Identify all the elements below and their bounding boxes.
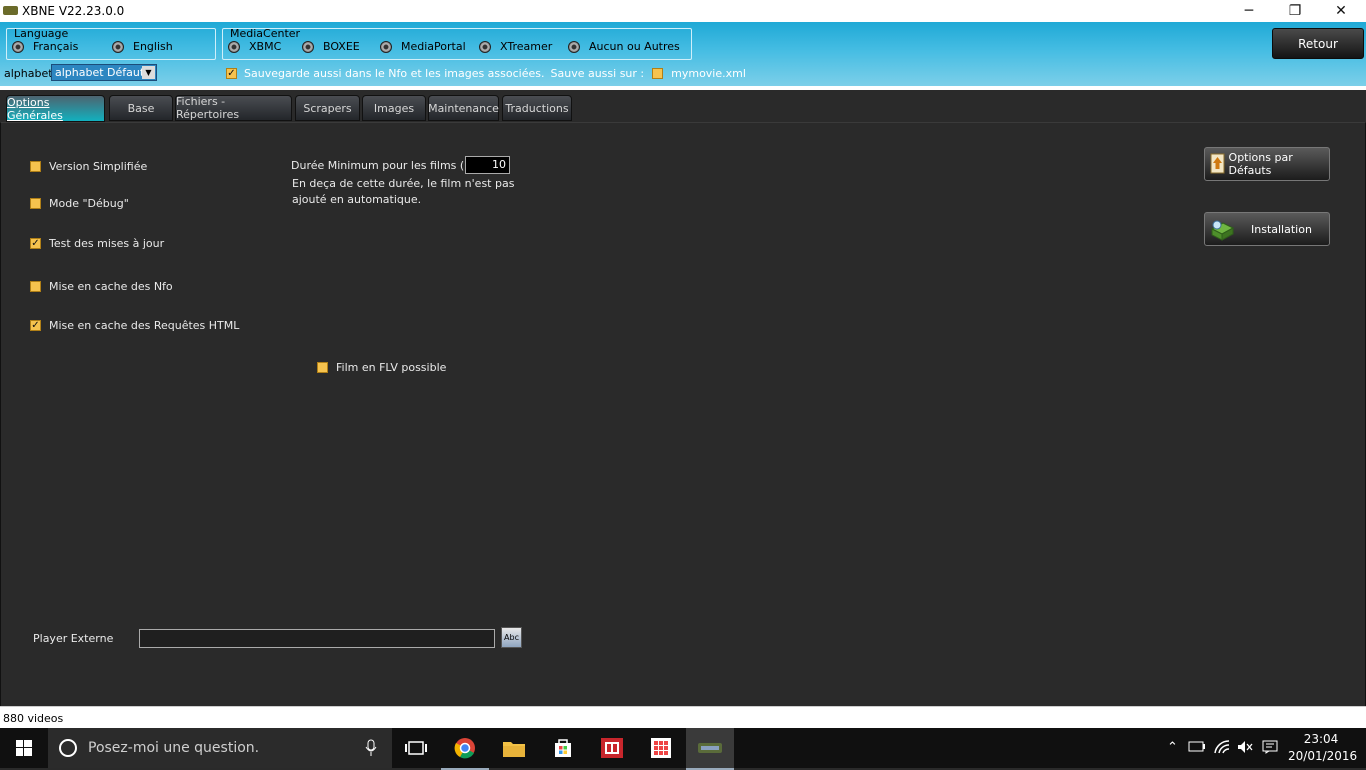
notifications-icon[interactable] xyxy=(1262,740,1278,758)
search-placeholder: Posez-moi une question. xyxy=(88,740,260,756)
radio-icon xyxy=(380,40,392,53)
radio-aucun[interactable]: Aucun ou Autres xyxy=(568,40,680,53)
duree-help-line1: En deça de cette durée, le film n'est pa… xyxy=(292,177,515,190)
header-band: Language Français English MediaCenter XB… xyxy=(0,22,1366,86)
duree-label: Durée Minimum pour les films (mn) xyxy=(291,159,487,172)
options-par-defauts-button[interactable]: Options par Défauts xyxy=(1204,147,1330,181)
alphabet-label: alphabet xyxy=(4,67,53,80)
option-version-simplifiee[interactable]: Version Simplifiée xyxy=(30,160,147,173)
tab-traductions[interactable]: Traductions xyxy=(502,95,572,121)
mediacenter-legend: MediaCenter xyxy=(230,27,301,40)
app-grid-icon[interactable] xyxy=(637,728,685,768)
browse-icon[interactable]: Abc xyxy=(501,627,522,648)
player-externe-label: Player Externe xyxy=(33,632,114,645)
radio-boxee[interactable]: BOXEE xyxy=(302,40,360,53)
speaker-muted-icon[interactable] xyxy=(1237,740,1253,758)
cortana-search-box[interactable]: Posez-moi une question. xyxy=(48,728,392,768)
document-up-icon xyxy=(1210,153,1225,174)
app-icon xyxy=(3,6,18,15)
checkbox[interactable] xyxy=(30,161,41,172)
option-film-flv[interactable]: Film en FLV possible xyxy=(317,361,446,374)
nfo-option[interactable]: ✓ Sauvegarde aussi dans le Nfo et les im… xyxy=(226,67,746,80)
radio-xbmc[interactable]: XBMC xyxy=(228,40,281,53)
checkbox-checked[interactable]: ✓ xyxy=(226,68,237,79)
tab-maintenance[interactable]: Maintenance xyxy=(428,95,499,121)
window-title: XBNE V22.23.0.0 xyxy=(22,4,125,18)
title-bar: XBNE V22.23.0.0 ─ ❐ ✕ xyxy=(0,0,1366,22)
radio-xtreamer[interactable]: XTreamer xyxy=(479,40,552,53)
file-explorer-icon[interactable] xyxy=(490,728,538,768)
tab-options-generales[interactable]: Options Générales xyxy=(6,95,105,122)
tab-scrapers[interactable]: Scrapers xyxy=(295,95,360,121)
option-test-mises-a-jour[interactable]: ✓ Test des mises à jour xyxy=(30,237,164,250)
radio-mediaportal[interactable]: MediaPortal xyxy=(380,40,466,53)
tab-base[interactable]: Base xyxy=(109,95,173,121)
taskbar: Posez-moi une question. ⌃ 23:04 20/01/20… xyxy=(0,728,1366,770)
tab-fichiers-repertoires[interactable]: Fichiers - Répertoires xyxy=(175,95,292,121)
restore-button[interactable]: ❐ xyxy=(1272,0,1318,22)
installation-button[interactable]: Installation xyxy=(1204,212,1330,246)
duree-input[interactable]: 10 xyxy=(465,156,510,174)
install-package-icon xyxy=(1210,220,1235,241)
radio-icon xyxy=(302,40,314,53)
language-group: Language Français English xyxy=(6,27,216,60)
windows-start-icon[interactable] xyxy=(0,728,48,768)
language-legend: Language xyxy=(14,27,69,40)
radio-english[interactable]: English xyxy=(112,40,173,53)
xbne-taskbar-icon[interactable] xyxy=(686,728,734,770)
video-app-icon[interactable] xyxy=(588,728,636,768)
task-view-icon[interactable] xyxy=(392,728,440,768)
checkbox-checked[interactable]: ✓ xyxy=(30,320,41,331)
store-icon[interactable] xyxy=(539,728,587,768)
radio-icon xyxy=(112,40,124,53)
chevron-up-icon[interactable]: ⌃ xyxy=(1167,740,1178,755)
clock-time[interactable]: 23:04 xyxy=(1288,732,1354,746)
alphabet-select[interactable]: alphabet Défaut ▼ xyxy=(51,64,157,81)
player-externe-input[interactable] xyxy=(139,629,495,648)
checkbox-checked[interactable]: ✓ xyxy=(30,238,41,249)
retour-button[interactable]: Retour xyxy=(1272,28,1364,59)
clock-date[interactable]: 20/01/2016 xyxy=(1288,749,1357,763)
tab-images[interactable]: Images xyxy=(362,95,426,121)
checkbox[interactable] xyxy=(317,362,328,373)
radio-icon xyxy=(479,40,491,53)
minimize-button[interactable]: ─ xyxy=(1226,0,1272,22)
microphone-icon[interactable] xyxy=(365,739,377,757)
status-bar: 880 videos xyxy=(0,706,1366,728)
checkbox[interactable] xyxy=(30,281,41,292)
option-cache-requetes[interactable]: ✓ Mise en cache des Requêtes HTML xyxy=(30,319,239,332)
duree-help-line2: ajouté en automatique. xyxy=(292,193,422,206)
mediacenter-group: MediaCenter XBMC BOXEE MediaPortal XTrea… xyxy=(222,27,692,60)
radio-icon xyxy=(228,40,240,53)
chrome-icon[interactable] xyxy=(441,728,489,770)
mymovie-checkbox[interactable] xyxy=(652,68,664,79)
option-mode-debug[interactable]: Mode "Débug" xyxy=(30,197,129,210)
cortana-circle-icon xyxy=(59,739,77,757)
checkbox[interactable] xyxy=(30,198,41,209)
radio-francais[interactable]: Français xyxy=(12,40,78,53)
battery-icon[interactable] xyxy=(1188,740,1206,756)
close-button[interactable]: ✕ xyxy=(1318,0,1364,22)
video-count: 880 videos xyxy=(3,712,64,725)
content-panel xyxy=(0,122,1366,706)
radio-icon xyxy=(568,40,580,53)
wifi-icon[interactable] xyxy=(1214,740,1230,758)
radio-icon xyxy=(12,40,24,53)
chevron-down-icon: ▼ xyxy=(142,66,155,79)
option-cache-nfo[interactable]: Mise en cache des Nfo xyxy=(30,280,173,293)
